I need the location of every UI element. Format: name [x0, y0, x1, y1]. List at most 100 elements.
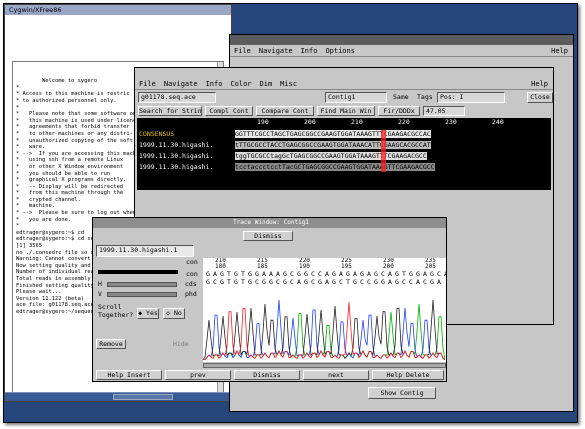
base-call: G	[416, 270, 420, 278]
remove-button[interactable]: Remove	[96, 339, 126, 349]
compl-cont-button[interactable]: Compl Cont	[205, 106, 253, 116]
dismiss-top-button[interactable]: Dismiss	[243, 231, 293, 241]
search-string-button[interactable]: Search for String	[138, 106, 202, 116]
ruler-tick: 190	[257, 118, 269, 126]
base-call: T	[227, 278, 231, 286]
v-slider[interactable]	[107, 292, 177, 297]
pos-field[interactable]: Pos: I	[437, 92, 505, 103]
base-call: A	[437, 278, 441, 286]
trace-window: Trace Window: Contig1 Dismiss 1999.11.30…	[92, 217, 447, 382]
base-call: C	[402, 278, 406, 286]
alignment-view[interactable]: 190 200 210 220 230 240 CONSENSUS GGTTTC…	[137, 118, 551, 190]
hide-label[interactable]: Hide	[173, 340, 189, 349]
trace-titlebar: Trace Window: Contig1	[93, 218, 446, 228]
compare-cont-button[interactable]: Compare Cont	[256, 106, 314, 116]
trace-view[interactable]: 210 215 220 225 230 235 180 185 190 195 200 205 GA…	[203, 258, 446, 362]
label-con: con	[186, 270, 198, 278]
base-call: T	[241, 278, 245, 286]
base-call: G	[262, 278, 266, 286]
cursor-marker	[381, 130, 386, 172]
ruler-tick: 210	[351, 118, 363, 126]
ruler-tick: 230	[445, 118, 457, 126]
base-call: T	[346, 278, 350, 286]
base-call: A	[367, 270, 371, 278]
dismiss-button[interactable]: Dismiss	[234, 370, 300, 380]
quality-field[interactable]: 47.05	[423, 106, 465, 116]
menu-navigate[interactable]: Navigate	[259, 47, 293, 55]
read-seq[interactable]: tcctaccctcctTacGCTGAGCGGCCGAAGTGGATAAAGT…	[235, 163, 435, 171]
base-call: G	[269, 278, 273, 286]
help-insert-button[interactable]: Help Insert	[96, 370, 162, 380]
taskbar-item[interactable]	[113, 394, 173, 400]
menu-navigate[interactable]: Navigate	[164, 80, 198, 88]
file-field[interactable]: g01178.seq.ace	[138, 92, 216, 103]
close-button[interactable]: Close	[527, 92, 553, 103]
no-button[interactable]: ◇ No	[163, 308, 185, 319]
base-call: A	[325, 278, 329, 286]
menu-info[interactable]: Info	[206, 80, 223, 88]
base-call: C	[290, 270, 294, 278]
base-call: C	[213, 278, 217, 286]
read-seq[interactable]: tggTGCGCCtagGcTGAGCGGCCGAAGTGGATAAAGTTTC…	[235, 152, 427, 160]
radio-off-icon: ◇	[166, 309, 171, 317]
radio-on-icon: ◆	[138, 309, 143, 317]
taskbar	[5, 392, 231, 401]
base-call: G	[255, 270, 259, 278]
menu-misc[interactable]: Misc	[280, 80, 297, 88]
columns-menubar: File Navigate Info Options Help	[230, 45, 573, 57]
help-delete-button[interactable]: Help Delete	[372, 370, 444, 380]
base-call: A	[444, 270, 446, 278]
base-call: G	[206, 270, 210, 278]
show-contig-button[interactable]: Show Contig	[368, 387, 436, 399]
h-slider[interactable]	[107, 282, 177, 287]
base-call: G	[430, 278, 434, 286]
base-call: G	[346, 270, 350, 278]
base-call: G	[332, 270, 336, 278]
menu-dim[interactable]: Dim	[260, 80, 273, 88]
read-name[interactable]: 1999.11.30.higashi.	[139, 141, 213, 149]
slider-track[interactable]	[98, 270, 178, 274]
label-cds: cds	[185, 280, 197, 288]
base-call: A	[353, 270, 357, 278]
prev-button[interactable]: prev	[165, 370, 231, 380]
contig-titlebar	[135, 68, 553, 78]
find-main-win-button[interactable]: Find Main Win	[317, 106, 375, 116]
base-call: G	[430, 270, 434, 278]
yes-button[interactable]: ◆ Yes	[137, 308, 159, 319]
read-name[interactable]: 1999.11.30.higashi.	[139, 163, 213, 171]
trace-t	[203, 301, 446, 360]
base-call: C	[360, 278, 364, 286]
next-button[interactable]: next	[303, 370, 369, 380]
base-calls: GAGTGTGGAAAGCGGCCAGAGAGAGCAGTGGAGCA GCGT…	[203, 270, 446, 286]
consensus-name[interactable]: CONSENSUS	[139, 130, 174, 138]
trace-g	[203, 299, 446, 360]
base-call: C	[381, 270, 385, 278]
tags-label: Tags	[417, 93, 433, 101]
read-name[interactable]: 1999.11.30.higashi.	[139, 152, 213, 160]
label-con: con	[186, 258, 198, 266]
menu-info[interactable]: Info	[301, 47, 318, 55]
base-call: A	[276, 270, 280, 278]
fir-dddx-button[interactable]: Fir/DDDx	[378, 106, 420, 116]
menu-help[interactable]: Help	[551, 47, 568, 55]
base-call: G	[304, 278, 308, 286]
menu-options[interactable]: Options	[325, 47, 355, 55]
base-call: A	[388, 270, 392, 278]
contig-field[interactable]: Contig1	[325, 92, 387, 103]
base-call: G	[409, 270, 413, 278]
trace-scrollbar[interactable]	[203, 363, 446, 368]
base-call: G	[374, 270, 378, 278]
chromatogram	[203, 299, 446, 360]
menu-help[interactable]: Help	[531, 80, 548, 88]
base-call: G	[297, 270, 301, 278]
consensus-seq[interactable]: GGTTTCGCCTAGCTGAGCGGCCGAAGTGGATAAAGTTTCG…	[235, 130, 431, 138]
base-call: A	[423, 270, 427, 278]
base-call: C	[311, 270, 315, 278]
base-call: A	[269, 270, 273, 278]
menu-color[interactable]: Color	[230, 80, 251, 88]
base-call: A	[339, 270, 343, 278]
menu-file[interactable]: File	[139, 80, 156, 88]
read-name-field[interactable]: 1999.11.30.higashi.1	[96, 245, 194, 257]
read-seq[interactable]: tTTGCGCCTACCTGAGCGGCCGAAGTGGATAAACATTCGA…	[235, 141, 431, 149]
menu-file[interactable]: File	[234, 47, 251, 55]
